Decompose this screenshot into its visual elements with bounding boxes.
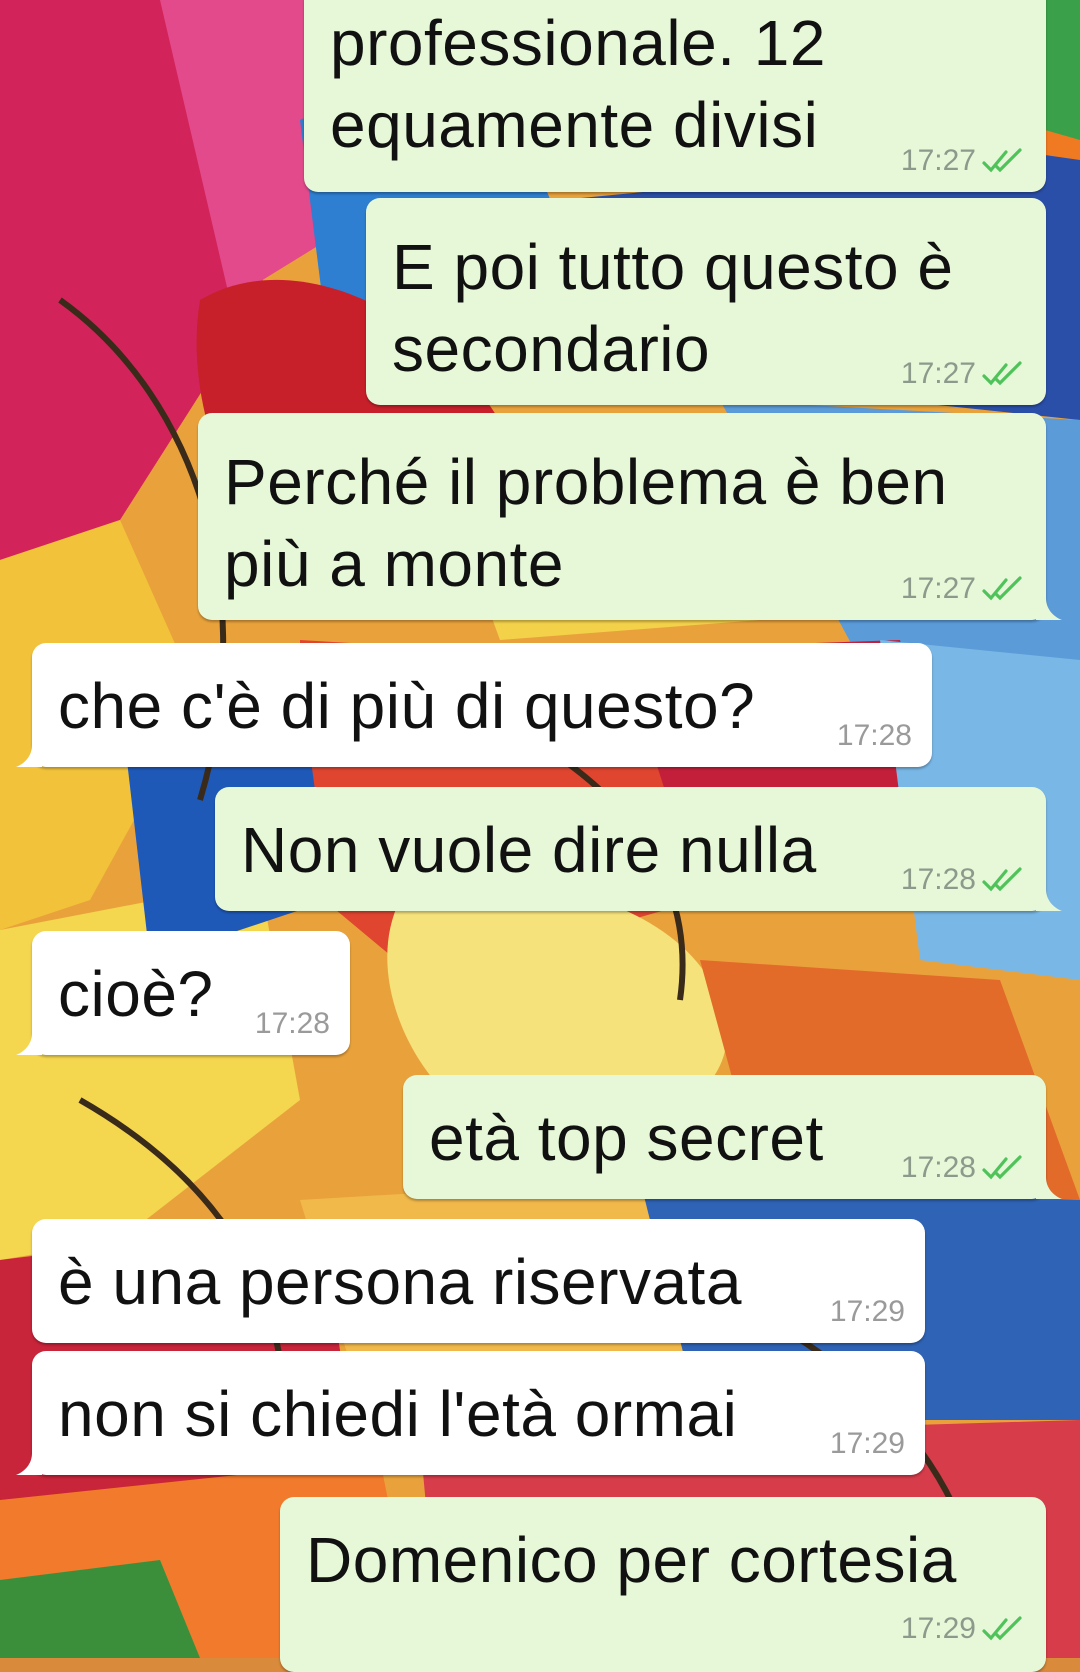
message-bubble-incoming[interactable]: che c'è di più di questo? 17:28 — [16, 643, 932, 767]
message-time: 17:28 — [254, 1007, 330, 1040]
message-bubble-outgoing[interactable]: età top secret 17:28 — [403, 1075, 1062, 1199]
message-meta: 17:27 — [901, 144, 1026, 178]
message-text: non si chiedi l'età ormai — [58, 1378, 738, 1450]
message-bubble-incoming[interactable]: è una persona riservata 17:29 — [32, 1219, 925, 1343]
message-meta: 17:28 — [837, 719, 912, 753]
double-check-icon — [982, 576, 1022, 601]
double-check-icon — [982, 1155, 1022, 1180]
message-meta: 17:27 — [901, 572, 1026, 606]
message-meta: 17:27 — [901, 357, 1026, 391]
message-text: professionale. 12 equamente divisi — [330, 7, 826, 161]
message-bubble-outgoing[interactable]: Perché il problema è ben più a monte 17:… — [198, 413, 1062, 620]
message-meta: 17:28 — [901, 863, 1026, 897]
message-meta: 17:28 — [901, 1151, 1026, 1185]
double-check-icon — [982, 867, 1022, 892]
message-meta: 17:29 — [830, 1427, 905, 1461]
message-time: 17:27 — [900, 572, 976, 605]
bubble-tail — [1036, 598, 1062, 620]
message-time: 17:28 — [900, 863, 976, 896]
message-time: 17:29 — [829, 1295, 905, 1328]
double-check-icon — [982, 1616, 1022, 1641]
message-bubble-incoming[interactable]: non si chiedi l'età ormai 17:29 — [16, 1351, 925, 1475]
bubble-tail — [16, 1033, 42, 1055]
message-time: 17:29 — [829, 1427, 905, 1460]
message-time: 17:27 — [900, 144, 976, 177]
message-meta: 17:29 — [830, 1295, 905, 1329]
message-text: è una persona riservata — [58, 1246, 742, 1318]
message-meta: 17:28 — [255, 1007, 330, 1041]
bubble-tail — [16, 745, 42, 767]
message-time: 17:27 — [900, 357, 976, 390]
message-text: che c'è di più di questo? — [58, 670, 756, 742]
message-bubble-incoming[interactable]: cioè? 17:28 — [16, 931, 350, 1055]
message-time: 17:28 — [836, 719, 912, 752]
message-list: professionale. 12 equamente divisi 17:27… — [0, 0, 1080, 1672]
message-bubble-outgoing[interactable]: E poi tutto questo è secondario 17:27 — [366, 198, 1046, 405]
bubble-tail — [16, 1453, 42, 1475]
message-text: Domenico per cortesia — [306, 1524, 957, 1596]
bubble-tail — [1036, 1177, 1062, 1199]
double-check-icon — [982, 361, 1022, 386]
message-bubble-outgoing[interactable]: professionale. 12 equamente divisi 17:27 — [304, 0, 1046, 192]
message-time: 17:29 — [900, 1612, 976, 1645]
bubble-tail — [1036, 889, 1062, 911]
message-meta: 17:29 — [901, 1612, 1026, 1646]
message-time: 17:28 — [900, 1151, 976, 1184]
double-check-icon — [982, 148, 1022, 173]
message-bubble-outgoing[interactable]: Domenico per cortesia 17:29 — [280, 1497, 1046, 1672]
message-bubble-outgoing[interactable]: Non vuole dire nulla 17:28 — [215, 787, 1062, 911]
